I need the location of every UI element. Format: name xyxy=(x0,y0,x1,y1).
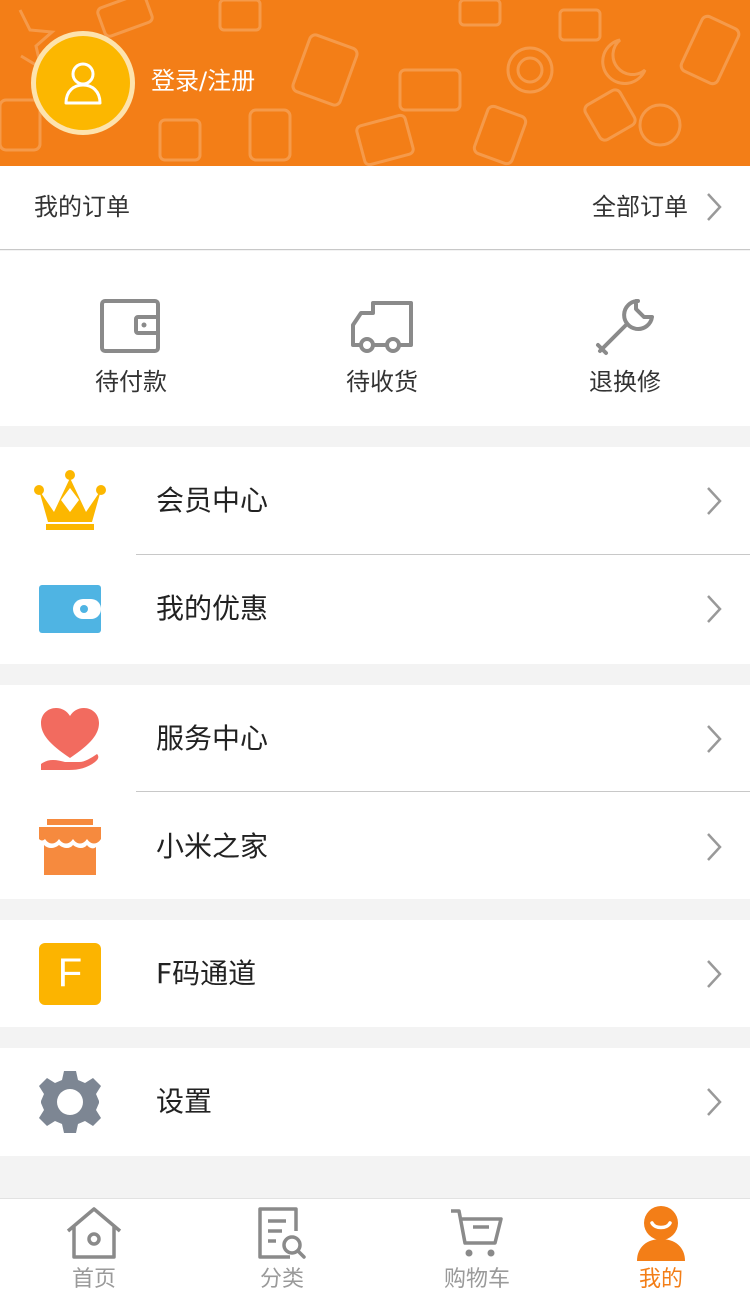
menu-item-mi-home[interactable]: 小米之家 xyxy=(0,793,750,901)
my-orders-row[interactable]: 我的订单 全部订单 xyxy=(0,166,750,250)
avatar[interactable] xyxy=(31,31,135,135)
cart-icon xyxy=(451,1209,503,1257)
pending-receipt-label: 待收货 xyxy=(346,368,418,396)
nav-profile-label: 我的 xyxy=(638,1267,683,1292)
category-search-icon xyxy=(258,1207,306,1259)
menu-group-fcode: F F码通道 xyxy=(0,920,750,1027)
chevron-right-icon xyxy=(707,487,722,515)
menu-group-settings: 设置 xyxy=(0,1048,750,1156)
chevron-right-icon xyxy=(707,193,722,221)
menu-group-member: 会员中心 我的优惠 xyxy=(0,447,750,664)
nav-profile[interactable]: 我的 xyxy=(586,1199,736,1300)
gear-icon xyxy=(34,1066,106,1138)
profile-header: 登录/注册 xyxy=(0,0,750,166)
menu-item-coupons[interactable]: 我的优惠 xyxy=(0,555,750,663)
truck-icon xyxy=(351,301,413,353)
profile-icon xyxy=(637,1206,685,1261)
heart-hand-icon xyxy=(34,703,106,775)
bottom-nav: 首页 分类 购物车 我的 xyxy=(0,1198,750,1300)
nav-cart[interactable]: 购物车 xyxy=(402,1199,552,1300)
nav-category-label: 分类 xyxy=(259,1267,304,1292)
user-icon xyxy=(64,62,102,105)
wrench-icon xyxy=(596,299,654,355)
order-status-row: 待付款 待收货 退换修 xyxy=(0,251,750,426)
crown-icon xyxy=(34,465,106,537)
wallet-icon xyxy=(100,299,160,353)
member-center-label: 会员中心 xyxy=(156,484,269,517)
mi-home-label: 小米之家 xyxy=(156,830,269,863)
nav-category[interactable]: 分类 xyxy=(207,1199,357,1300)
menu-item-service-center[interactable]: 服务中心 xyxy=(0,685,750,793)
chevron-right-icon xyxy=(707,1088,722,1116)
pending-payment-label: 待付款 xyxy=(95,368,167,396)
home-icon xyxy=(66,1207,122,1259)
store-icon xyxy=(34,811,106,883)
returns-repair-label: 退换修 xyxy=(589,368,661,396)
all-orders-link[interactable]: 全部订单 xyxy=(592,190,688,224)
menu-item-fcode[interactable]: F F码通道 xyxy=(0,920,750,1027)
menu-group-service: 服务中心 小米之家 xyxy=(0,685,750,899)
coupon-wallet-icon xyxy=(34,573,106,645)
menu-item-settings[interactable]: 设置 xyxy=(0,1048,750,1156)
pending-payment-button[interactable]: 待付款 xyxy=(46,251,216,426)
chevron-right-icon xyxy=(707,595,722,623)
divider xyxy=(136,791,750,792)
fcode-icon: F xyxy=(34,938,106,1010)
nav-home[interactable]: 首页 xyxy=(19,1199,169,1300)
nav-cart-label: 购物车 xyxy=(443,1267,510,1292)
fcode-label: F码通道 xyxy=(156,956,257,990)
my-orders-title: 我的订单 xyxy=(34,193,130,221)
chevron-right-icon xyxy=(707,833,722,861)
menu-item-member-center[interactable]: 会员中心 xyxy=(0,447,750,555)
pending-receipt-button[interactable]: 待收货 xyxy=(297,251,467,426)
nav-home-label: 首页 xyxy=(71,1267,116,1292)
chevron-right-icon xyxy=(707,725,722,753)
login-register-link[interactable]: 登录/注册 xyxy=(151,64,255,98)
settings-label: 设置 xyxy=(156,1085,213,1118)
coupons-label: 我的优惠 xyxy=(156,592,269,625)
service-center-label: 服务中心 xyxy=(156,722,269,755)
returns-repair-button[interactable]: 退换修 xyxy=(540,251,710,426)
chevron-right-icon xyxy=(707,959,722,988)
